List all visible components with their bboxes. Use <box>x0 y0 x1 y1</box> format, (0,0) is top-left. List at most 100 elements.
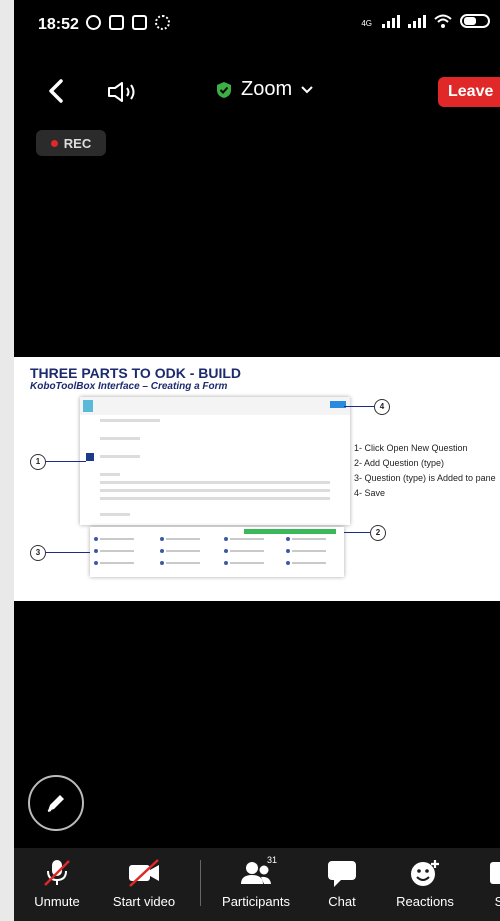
form-row <box>100 455 140 458</box>
step-1: 1- Click Open New Question <box>354 443 468 453</box>
form-builder-header <box>80 397 350 415</box>
record-dot-icon <box>50 139 58 147</box>
type-cell <box>292 538 326 540</box>
leave-button[interactable]: Leave <box>438 77 500 107</box>
network-type: 4G <box>361 19 372 28</box>
back-arrow-icon[interactable] <box>44 78 70 104</box>
meeting-title-dropdown[interactable]: Zoom <box>215 78 314 101</box>
form-row <box>100 497 330 500</box>
reactions-label: Reactions <box>396 894 454 909</box>
unmute-label: Unmute <box>34 894 80 909</box>
callout-3-arrow <box>46 552 90 553</box>
form-row <box>100 473 120 476</box>
chat-icon <box>328 861 356 887</box>
toolbar-divider <box>200 860 201 906</box>
callout-3: 3 <box>30 545 46 561</box>
slide-steps: 1- Click Open New Question 2- Add Questi… <box>354 441 496 501</box>
type-dot <box>224 549 228 553</box>
signal-icon <box>382 14 400 28</box>
type-dot <box>286 537 290 541</box>
pen-icon <box>47 795 64 812</box>
participants-icon-wrap: 31 <box>239 855 277 888</box>
type-dot <box>160 537 164 541</box>
type-cell <box>230 550 264 552</box>
chat-button[interactable]: Chat <box>324 848 360 921</box>
callout-1-arrow <box>46 461 86 462</box>
slide-title: THREE PARTS TO ODK - BUILD <box>30 365 242 381</box>
slide-subtitle: KoboToolBox Interface – Creating a Form <box>30 381 228 392</box>
callout-4: 4 <box>374 399 390 415</box>
form-row <box>100 489 330 492</box>
kobo-logo <box>83 400 93 412</box>
alarm-icon <box>86 15 101 30</box>
type-cell <box>166 562 200 564</box>
type-cell <box>230 562 264 564</box>
type-dot <box>160 549 164 553</box>
step-2: 2- Add Question (type) <box>354 458 445 468</box>
video-off-icon <box>129 859 159 887</box>
participants-label: Participants <box>222 894 290 909</box>
reactions-button[interactable]: Reactions <box>392 848 458 921</box>
add-this-question-bar <box>244 529 336 534</box>
share-icon <box>490 862 500 884</box>
type-cell <box>292 562 326 564</box>
status-time: 18:52 <box>38 16 79 33</box>
status-right-icons: 4G <box>361 14 490 28</box>
status-left-icons <box>86 15 170 30</box>
muted-mic-icon <box>44 860 70 886</box>
signal-icon-2 <box>408 14 426 28</box>
nfc-icon <box>109 15 124 30</box>
start-video-button[interactable]: Start video <box>106 848 182 921</box>
upload-icon <box>132 15 147 30</box>
type-dot <box>286 561 290 565</box>
chevron-down-icon <box>301 85 313 93</box>
participants-button[interactable]: 31 Participants <box>216 848 296 921</box>
callout-4-arrow <box>344 406 374 407</box>
meeting-title-text: Zoom <box>241 78 293 100</box>
type-dot <box>224 537 228 541</box>
form-row <box>100 481 330 484</box>
type-cell <box>166 550 200 552</box>
type-cell <box>230 538 264 540</box>
shared-screen-slide: THREE PARTS TO ODK - BUILD KoboToolBox I… <box>14 357 500 601</box>
status-bar: 18:52 4G <box>14 0 500 52</box>
recording-label: REC <box>63 135 92 151</box>
form-builder-screenshot <box>80 397 350 525</box>
type-dot <box>94 561 98 565</box>
unmute-button[interactable]: Unmute <box>34 848 80 921</box>
type-dot <box>94 537 98 541</box>
form-row <box>100 437 140 440</box>
speaker-icon[interactable] <box>106 80 138 104</box>
type-cell <box>166 538 200 540</box>
type-dot <box>224 561 228 565</box>
form-row <box>100 513 130 516</box>
type-dot <box>160 561 164 565</box>
screen-edge <box>0 0 14 921</box>
type-cell <box>100 550 134 552</box>
add-question-icon <box>86 453 94 461</box>
step-4: 4- Save <box>354 488 386 498</box>
meeting-top-bar: Zoom Leave <box>14 72 500 118</box>
callout-2: 2 <box>370 525 386 541</box>
recording-indicator: REC <box>36 130 106 156</box>
type-cell <box>100 538 134 540</box>
annotate-button[interactable] <box>28 775 84 831</box>
meeting-toolbar: Unmute Start video 31 Participants Chat … <box>14 848 500 921</box>
callout-2-arrow <box>344 532 370 533</box>
settings-icon <box>155 15 170 30</box>
start-video-label: Start video <box>112 894 176 909</box>
secure-shield-icon <box>217 81 231 98</box>
type-dot <box>286 549 290 553</box>
callout-1: 1 <box>30 454 46 470</box>
battery-icon <box>460 14 490 28</box>
type-cell <box>292 550 326 552</box>
share-button[interactable]: S <box>488 848 500 921</box>
form-row <box>100 419 160 422</box>
type-dot <box>94 549 98 553</box>
type-cell <box>100 562 134 564</box>
zoom-meeting-screen: 18:52 4G Zoom Leave REC THREE PARTS TO O… <box>14 0 500 921</box>
wifi-icon <box>434 14 452 28</box>
participants-count-badge: 31 <box>267 855 278 865</box>
chat-label: Chat <box>328 894 356 909</box>
step-3: 3- Question (type) is Added to pane <box>354 473 496 483</box>
